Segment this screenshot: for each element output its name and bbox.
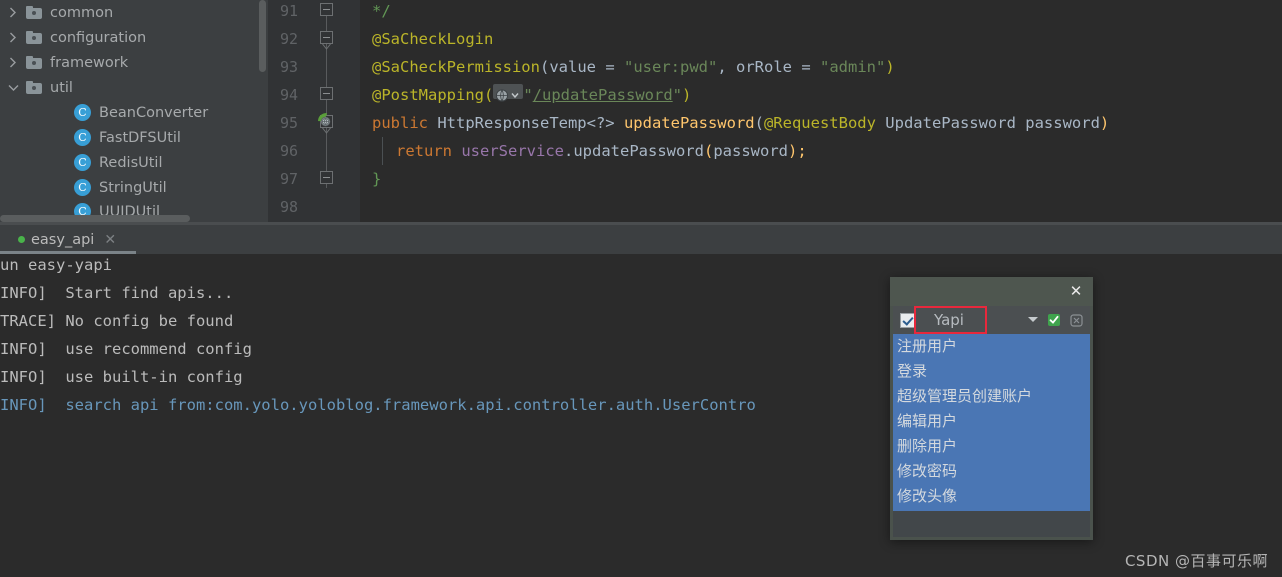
tree-node-label: common <box>50 4 114 21</box>
line-number: 97 <box>279 170 298 188</box>
folder-icon <box>26 6 42 19</box>
java-class-icon: C <box>74 104 91 121</box>
fold-collapse-icon[interactable] <box>320 31 333 44</box>
folder-icon <box>26 31 42 44</box>
console-line: INFO] use recommend config <box>0 340 252 358</box>
dialog-title-bar: ✕ <box>890 277 1093 306</box>
tree-node-common[interactable]: common <box>0 0 268 25</box>
line-number: 94 <box>279 86 298 104</box>
project-tree-panel[interactable]: common configuration framework util C Be… <box>0 0 268 222</box>
tree-node-label: RedisUtil <box>99 154 163 171</box>
tree-node-label: framework <box>50 54 129 71</box>
close-icon[interactable]: ✕ <box>1067 282 1085 300</box>
tree-node-label: StringUtil <box>99 179 167 196</box>
fold-collapse-icon[interactable] <box>320 87 333 100</box>
watermark: CSDN @百事可乐啊 <box>1124 552 1268 570</box>
dialog-toolbar[interactable]: Yapi <box>893 306 1090 334</box>
api-list[interactable]: 注册用户 登录 超级管理员创建账户 编辑用户 删除用户 修改密码 修改头像 <box>893 334 1090 511</box>
console-line: INFO] search api from:com.yolo.yoloblog.… <box>0 396 756 414</box>
list-item[interactable]: 编辑用户 <box>893 409 1090 434</box>
code-line-92: @SaCheckLogin <box>372 30 494 48</box>
line-number: 96 <box>279 142 298 160</box>
folder-icon <box>26 81 42 94</box>
tree-node-beanconverter[interactable]: C BeanConverter <box>0 100 268 125</box>
console-line: TRACE] No config be found <box>0 312 234 330</box>
tree-node-redisutil[interactable]: C RedisUtil <box>0 150 268 175</box>
tree-node-framework[interactable]: framework <box>0 50 268 75</box>
tree-horizontal-scrollbar[interactable] <box>0 215 190 222</box>
tree-node-configuration[interactable]: configuration <box>0 25 268 50</box>
web-request-gutter-icon[interactable] <box>493 84 524 102</box>
chevron-right-icon[interactable] <box>6 57 20 68</box>
tree-node-label: configuration <box>50 29 147 46</box>
close-icon[interactable]: ✕ <box>104 233 116 247</box>
tree-node-label: BeanConverter <box>99 104 209 121</box>
channel-combo-value[interactable]: Yapi <box>934 311 964 329</box>
select-all-checkbox[interactable] <box>900 312 915 328</box>
code-line-91: */ <box>372 2 391 20</box>
code-line-93: @SaCheckPermission(value = "user:pwd", o… <box>372 58 895 76</box>
code-line-94: @PostMapping("/updatePassword") <box>372 84 692 104</box>
list-item[interactable]: 修改头像 <box>893 484 1090 509</box>
tab-label: easy_api <box>31 231 95 248</box>
line-number: 91 <box>279 2 298 20</box>
list-item[interactable]: 修改密码 <box>893 459 1090 484</box>
tree-node-stringutil[interactable]: C StringUtil <box>0 175 268 200</box>
chevron-right-icon[interactable] <box>6 7 20 18</box>
java-class-icon: C <box>74 154 91 171</box>
fold-end-arrow-icon <box>322 128 331 134</box>
tree-node-fastdfsutil[interactable]: C FastDFSUtil <box>0 125 268 150</box>
line-number: 92 <box>279 30 298 48</box>
code-line-96: return userService.updatePassword(passwo… <box>396 142 807 160</box>
tree-vertical-scrollbar[interactable] <box>259 0 266 72</box>
api-export-dialog[interactable]: ✕ Yapi 注册用户 登录 超级管理员创建账户 编辑用户 删除用户 修改密码 … <box>890 277 1093 540</box>
running-indicator-icon <box>18 236 25 243</box>
fold-collapse-icon[interactable] <box>320 171 333 184</box>
code-text-area[interactable]: */ @SaCheckLogin @SaCheckPermission(valu… <box>360 0 1282 222</box>
console-line: INFO] use built-in config <box>0 368 243 386</box>
list-item[interactable]: 注册用户 <box>893 334 1090 359</box>
fold-end-arrow-icon <box>322 44 331 50</box>
chevron-right-icon[interactable] <box>6 32 20 43</box>
folder-icon <box>26 56 42 69</box>
line-number: 93 <box>279 58 298 76</box>
tree-node-label: FastDFSUtil <box>99 129 181 146</box>
list-item[interactable]: 登录 <box>893 359 1090 384</box>
run-gradle-icon[interactable] <box>316 112 331 127</box>
tab-easy-api[interactable]: easy_api ✕ <box>18 225 116 254</box>
code-line-97: } <box>372 170 382 188</box>
list-item[interactable]: 超级管理员创建账户 <box>893 384 1090 409</box>
line-number: 98 <box>279 198 298 216</box>
console-tab-bar: easy_api ✕ <box>0 225 1282 255</box>
console-line: un easy-yapi <box>0 256 112 274</box>
editor-gutter[interactable]: 91 92 93 94 95 96 97 98 <box>268 0 360 222</box>
java-class-icon: C <box>74 129 91 146</box>
editor-region: common configuration framework util C Be… <box>0 0 1282 222</box>
chevron-down-icon[interactable] <box>1028 317 1038 322</box>
java-class-icon: C <box>74 179 91 196</box>
code-line-95: public HttpResponseTemp<?> updatePasswor… <box>372 114 1110 132</box>
indent-guide <box>382 137 383 165</box>
line-number: 95 <box>279 114 298 132</box>
list-item[interactable]: 删除用户 <box>893 434 1090 459</box>
tree-node-util[interactable]: util <box>0 75 268 100</box>
code-editor[interactable]: 91 92 93 94 95 96 97 98 */ @SaCheckLogin… <box>268 0 1282 222</box>
dialog-footer <box>893 511 1090 537</box>
cancel-icon[interactable] <box>1070 314 1083 327</box>
ok-check-icon[interactable] <box>1047 313 1061 327</box>
chevron-down-icon[interactable] <box>6 84 20 92</box>
fold-collapse-icon[interactable] <box>320 3 333 16</box>
tree-node-label: util <box>50 79 73 96</box>
console-line: INFO] Start find apis... <box>0 284 234 302</box>
